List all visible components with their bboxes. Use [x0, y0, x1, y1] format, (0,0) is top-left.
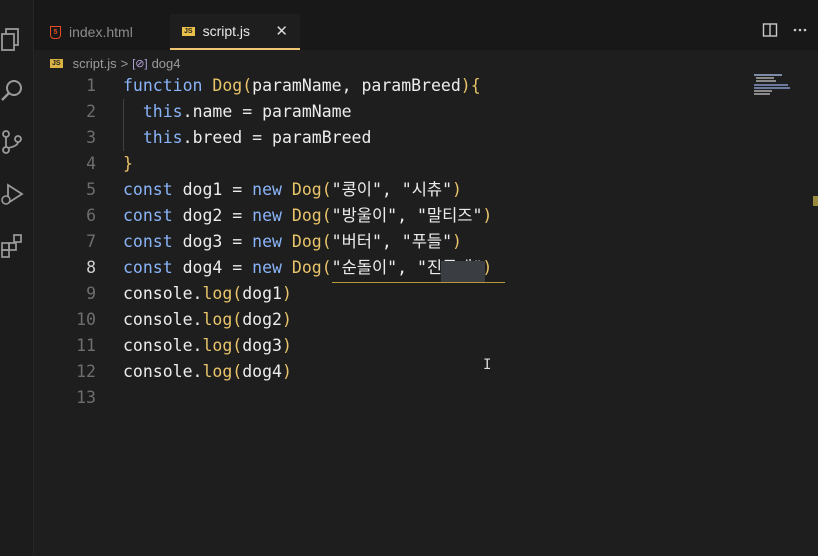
line-number: 11 [76, 336, 96, 355]
code-line[interactable]: 8 const dog4 = new Dog("순돌이", "진돗개") [34, 255, 754, 281]
line-number: 8 [86, 258, 96, 277]
code-text: } [123, 154, 133, 173]
line-number: 1 [86, 76, 96, 95]
code-text: function Dog(paramName, paramBreed){ [123, 76, 481, 95]
code-line[interactable]: 3 this.breed = paramBreed [34, 125, 754, 151]
code-line[interactable]: 2 this.name = paramName [34, 99, 754, 125]
tab-index-html[interactable]: 5 index.html [50, 14, 133, 50]
breadcrumb: JS script.js > [⊘] dog4 [50, 54, 180, 72]
code-line[interactable]: 7 const dog3 = new Dog("버터", "푸들") [34, 229, 754, 255]
line-number: 12 [76, 362, 96, 381]
code-text: console.log(dog4) [123, 362, 292, 381]
code-text: console.log(dog2) [123, 310, 292, 329]
line-number: 13 [76, 388, 96, 407]
html5-icon: 5 [50, 25, 61, 39]
line-number: 9 [86, 284, 96, 303]
search-icon[interactable] [0, 78, 26, 104]
line-number: 2 [86, 102, 96, 121]
code-text: console.log(dog1) [123, 284, 292, 303]
javascript-file-icon: JS [50, 58, 63, 68]
code-line[interactable]: 13 [34, 385, 754, 411]
overview-ruler[interactable] [796, 56, 818, 556]
title-strip [34, 0, 818, 14]
code-line[interactable]: 1 function Dog(paramName, paramBreed){ [34, 73, 754, 99]
breadcrumb-symbol[interactable]: dog4 [152, 56, 181, 71]
code-line[interactable]: 5 const dog1 = new Dog("콩이", "시츄") [34, 177, 754, 203]
variable-symbol-icon: [⊘] [132, 57, 148, 70]
breadcrumb-file[interactable]: script.js [73, 56, 117, 71]
editor-actions [762, 14, 808, 50]
bracket-highlight-underline [332, 282, 505, 283]
line-number: 6 [86, 206, 96, 225]
split-editor-icon[interactable] [762, 22, 778, 43]
tab-script-js[interactable]: JS script.js ✕ [170, 14, 300, 50]
text-cursor-icon: I [483, 357, 492, 373]
line-number: 5 [86, 180, 96, 199]
code-line[interactable]: 12 console.log(dog4) [34, 359, 754, 385]
code-line[interactable]: 6 const dog2 = new Dog("방울이", "말티즈") [34, 203, 754, 229]
code-text: const dog2 = new Dog("방울이", "말티즈") [123, 206, 493, 225]
minimap[interactable] [754, 74, 790, 96]
code-text: const dog3 = new Dog("버터", "푸들") [123, 232, 462, 251]
text-selection [441, 261, 485, 282]
tab-label: script.js [202, 23, 251, 39]
source-control-icon[interactable] [0, 129, 26, 155]
code-text: const dog1 = new Dog("콩이", "시츄") [123, 180, 462, 199]
tab-bar: 5 index.html JS script.js ✕ [34, 14, 818, 50]
code-text: this.name = paramName [142, 102, 352, 121]
close-icon[interactable]: ✕ [275, 22, 288, 40]
javascript-file-icon: JS [182, 26, 195, 36]
line-number: 4 [86, 154, 96, 173]
breadcrumb-separator: > [120, 55, 129, 71]
code-text: const dog4 = new Dog("순돌이", "진돗개") [123, 258, 493, 277]
explorer-icon[interactable] [0, 26, 26, 52]
line-number: 10 [76, 310, 96, 329]
line-number: 7 [86, 232, 96, 251]
code-line[interactable]: 11 console.log(dog3) [34, 333, 754, 359]
tab-label: index.html [69, 24, 133, 40]
code-line[interactable]: 9 console.log(dog1) [34, 281, 754, 307]
code-line[interactable]: 10 console.log(dog2) [34, 307, 754, 333]
line-number: 3 [86, 128, 96, 147]
extensions-icon[interactable] [0, 233, 26, 259]
code-editor[interactable]: 1 function Dog(paramName, paramBreed){ 2 t… [34, 73, 784, 556]
more-actions-icon[interactable] [792, 22, 808, 43]
run-debug-icon[interactable] [0, 181, 26, 207]
code-line[interactable]: 4} [34, 151, 754, 177]
ruler-marker [813, 196, 818, 206]
code-text: this.breed = paramBreed [142, 128, 372, 147]
code-text: console.log(dog3) [123, 336, 292, 355]
activity-bar [0, 0, 33, 556]
